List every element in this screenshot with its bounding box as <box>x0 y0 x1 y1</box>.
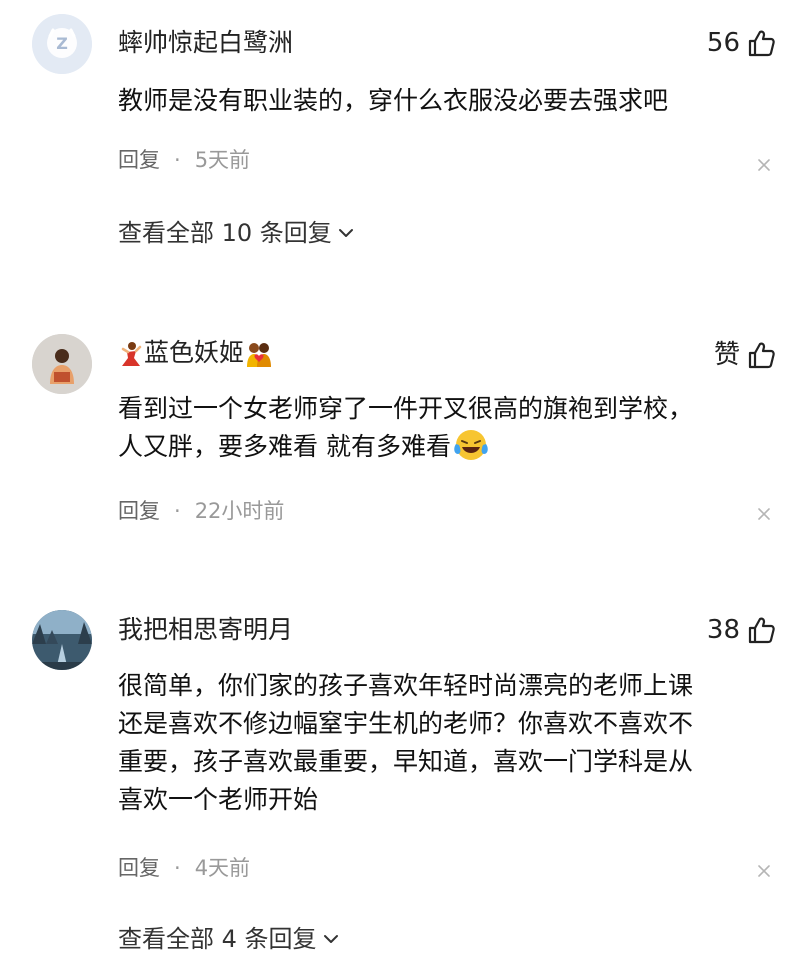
view-all-replies-label: 查看全部 10 条回复 <box>118 219 332 247</box>
comment-text: 很简单，你们家的孩子喜欢年轻时尚漂亮的老师上课 还是喜欢不修边幅窒宇生机的老师？… <box>118 671 694 814</box>
avatar[interactable] <box>32 334 92 394</box>
like-button[interactable]: 赞 <box>714 338 776 372</box>
like-label: 赞 <box>713 340 740 370</box>
like-count: 38 <box>706 615 740 645</box>
comment-text: 教师是没有职业装的，穿什么衣服没必要去强求吧 <box>118 86 669 115</box>
avatar[interactable] <box>32 610 92 670</box>
comment-meta: 回复 · 22小时前 <box>118 497 284 525</box>
user-photo-avatar <box>32 334 92 394</box>
avatar[interactable]: Z <box>32 14 92 74</box>
view-all-replies-button[interactable]: 查看全部 10 条回复 <box>118 217 354 249</box>
landscape-photo-avatar <box>32 610 92 670</box>
comment-meta: 回复 · 4天前 <box>118 854 250 882</box>
close-icon[interactable] <box>756 157 772 173</box>
username[interactable]: 蟀帅惊起白鹭洲 <box>118 27 293 59</box>
timestamp: 5天前 <box>194 148 251 172</box>
chevron-down-icon <box>338 229 353 237</box>
reply-button[interactable]: 回复 <box>118 499 160 523</box>
thumbs-up-outline-icon <box>748 617 775 644</box>
like-button[interactable]: 38 <box>707 613 776 647</box>
timestamp: 22小时前 <box>194 499 285 523</box>
view-all-replies-button[interactable]: 查看全部 4 条回复 <box>118 923 339 955</box>
reply-button[interactable]: 回复 <box>118 148 160 172</box>
close-icon[interactable] <box>756 506 772 522</box>
username: 蓝色妖姬 <box>144 338 245 367</box>
crying-laughing-emoji-icon <box>454 430 488 460</box>
thumbs-up-outline-icon <box>748 342 775 369</box>
separator: · <box>174 148 181 172</box>
couple-emoji-icon <box>247 343 272 367</box>
thumbs-up-outline-icon <box>748 30 775 57</box>
comment-text: 看到过一个女老师穿了一件开叉很高的旗袍到学校， 人又胖，要多难看 就有多难看 <box>118 390 768 466</box>
like-count: 56 <box>706 28 740 58</box>
separator: · <box>174 499 181 523</box>
svg-text:Z: Z <box>56 34 68 53</box>
comment-meta: 回复 · 5天前 <box>118 146 250 174</box>
dancer-emoji-icon <box>121 342 142 366</box>
username[interactable]: 我把相思寄明月 <box>118 614 293 646</box>
comment-text-content: 看到过一个女老师穿了一件开叉很高的旗袍到学校， 人又胖，要多难看 就有多难看 <box>118 394 694 461</box>
separator: · <box>174 856 181 880</box>
username-row[interactable]: 蓝色妖姬 <box>118 337 274 369</box>
default-avatar-icon: Z <box>32 14 92 74</box>
timestamp: 4天前 <box>194 856 251 880</box>
reply-button[interactable]: 回复 <box>118 856 160 880</box>
chevron-down-icon <box>323 935 338 943</box>
close-icon[interactable] <box>756 863 772 879</box>
like-button[interactable]: 56 <box>707 26 776 60</box>
view-all-replies-label: 查看全部 4 条回复 <box>118 925 317 953</box>
